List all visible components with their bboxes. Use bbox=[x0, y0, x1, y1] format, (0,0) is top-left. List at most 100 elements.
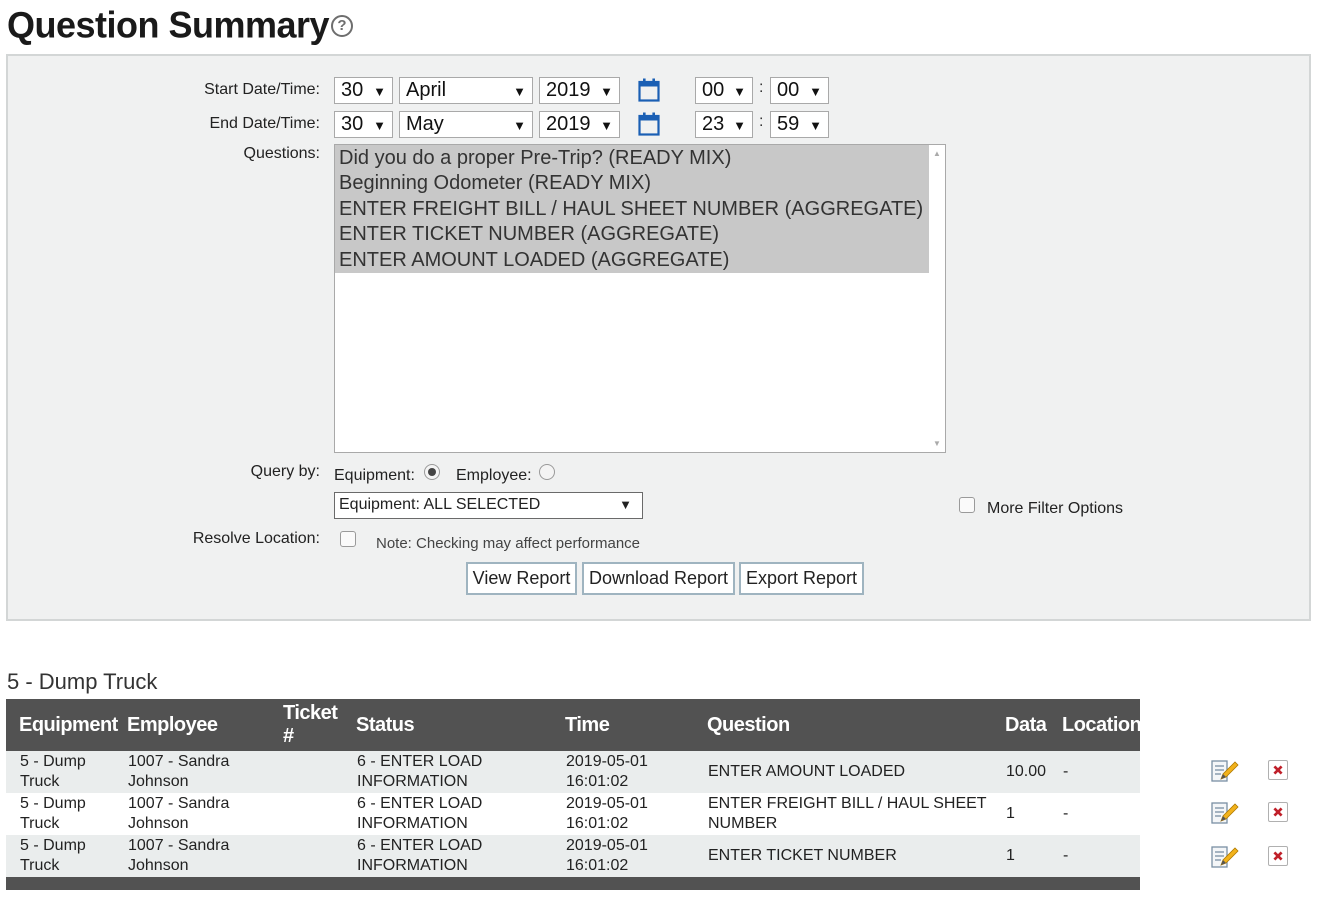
start-hour-value: 00 bbox=[702, 79, 725, 101]
employee-radio-label: Employee: bbox=[456, 467, 532, 484]
end-hour-select[interactable]: 23 ▼ bbox=[695, 111, 753, 138]
start-date-label: Start Date/Time: bbox=[204, 81, 320, 98]
performance-note: Note: Checking may affect performance bbox=[376, 535, 641, 552]
delete-icon[interactable] bbox=[1268, 802, 1288, 822]
cell-question: ENTER TICKET NUMBER bbox=[708, 847, 897, 864]
col-data[interactable]: Data bbox=[1005, 714, 1047, 737]
col-time[interactable]: Time bbox=[565, 714, 610, 737]
cell-data: 1 bbox=[1006, 805, 1015, 822]
cell-time: 2019-05-01 bbox=[566, 795, 648, 812]
chevron-down-icon: ▼ bbox=[373, 118, 386, 133]
start-minute-value: 00 bbox=[777, 79, 800, 101]
chevron-down-icon: ▼ bbox=[733, 118, 746, 133]
cell-equipment-2: Truck bbox=[20, 857, 60, 874]
table-row: 5 - Dump Truck 1007 - Sandra Johnson 6 - E… bbox=[6, 835, 1140, 877]
export-report-button[interactable]: Export Report bbox=[739, 562, 864, 595]
chevron-down-icon: ▼ bbox=[600, 118, 613, 133]
chevron-down-icon: ▼ bbox=[600, 84, 613, 99]
cell-employee-2: Johnson bbox=[128, 857, 189, 874]
chevron-down-icon: ▼ bbox=[809, 118, 822, 133]
listbox-scrollbar[interactable]: ▲ ▼ bbox=[929, 145, 945, 452]
question-option[interactable]: Beginning Odometer (READY MIX) bbox=[335, 171, 929, 197]
end-year-select[interactable]: 2019 ▼ bbox=[539, 111, 620, 138]
cell-equipment: 5 - Dump bbox=[20, 837, 86, 854]
cell-data: 10.00 bbox=[1006, 763, 1047, 780]
equipment-group-title: 5 - Dump Truck bbox=[7, 669, 158, 694]
query-by-label: Query by: bbox=[250, 463, 320, 480]
calendar-icon[interactable] bbox=[638, 112, 660, 136]
end-minute-select[interactable]: 59 ▼ bbox=[770, 111, 829, 138]
cell-status: 6 - ENTER LOAD bbox=[357, 837, 483, 854]
question-option[interactable]: Did you do a proper Pre-Trip? (READY MIX… bbox=[335, 146, 929, 172]
cell-employee: 1007 - Sandra bbox=[128, 753, 230, 770]
cell-status: 6 - ENTER LOAD bbox=[357, 753, 483, 770]
start-hour-select[interactable]: 00 ▼ bbox=[695, 77, 753, 104]
chevron-down-icon: ▼ bbox=[373, 84, 386, 99]
start-minute-select[interactable]: 00 ▼ bbox=[770, 77, 829, 104]
start-day-select[interactable]: 30 ▼ bbox=[334, 77, 393, 104]
col-equipment[interactable]: Equipment bbox=[19, 714, 118, 737]
end-minute-value: 59 bbox=[777, 113, 800, 135]
end-date-label: End Date/Time: bbox=[209, 115, 320, 132]
col-ticket[interactable]: Ticket bbox=[283, 702, 338, 725]
cell-equipment-2: Truck bbox=[20, 815, 60, 832]
start-year-select[interactable]: 2019 ▼ bbox=[539, 77, 620, 104]
questions-listbox[interactable]: Did you do a proper Pre-Trip? (READY MIX… bbox=[334, 144, 946, 453]
resolve-location-label: Resolve Location: bbox=[192, 530, 320, 547]
cell-time-2: 16:01:02 bbox=[566, 773, 629, 790]
employee-radio[interactable] bbox=[539, 464, 555, 480]
cell-employee-2: Johnson bbox=[128, 773, 189, 790]
delete-icon[interactable] bbox=[1268, 760, 1288, 780]
cell-location: - bbox=[1063, 763, 1069, 780]
col-location[interactable]: Location bbox=[1062, 714, 1142, 737]
edit-icon[interactable] bbox=[1211, 760, 1239, 784]
cell-employee-2: Johnson bbox=[128, 815, 189, 832]
download-report-button[interactable]: Download Report bbox=[582, 562, 735, 595]
cell-employee: 1007 - Sandra bbox=[128, 837, 230, 854]
cell-location: - bbox=[1063, 847, 1069, 864]
questions-label: Questions: bbox=[243, 145, 320, 162]
question-option[interactable]: ENTER FREIGHT BILL / HAUL SHEET NUMBER (… bbox=[335, 196, 929, 223]
equipment-select[interactable]: Equipment: ALL SELECTED ▼ bbox=[334, 492, 643, 519]
end-day-select[interactable]: 30 ▼ bbox=[334, 111, 393, 138]
end-month-select[interactable]: May ▼ bbox=[399, 111, 533, 138]
more-filter-checkbox[interactable] bbox=[959, 497, 975, 513]
table-row: 5 - Dump Truck 1007 - Sandra Johnson 6 - E… bbox=[6, 793, 1140, 835]
cell-employee: 1007 - Sandra bbox=[128, 795, 230, 812]
cell-status-2: INFORMATION bbox=[357, 857, 468, 874]
more-filter-label: More Filter Options bbox=[987, 500, 1124, 517]
question-option[interactable]: ENTER AMOUNT LOADED (AGGREGATE) bbox=[335, 247, 929, 273]
view-report-button[interactable]: View Report bbox=[466, 562, 577, 595]
start-year-value: 2019 bbox=[546, 79, 591, 101]
equipment-radio[interactable] bbox=[424, 464, 440, 480]
help-icon[interactable]: ? bbox=[331, 15, 353, 37]
time-separator: : bbox=[759, 113, 764, 130]
equipment-select-value: Equipment: ALL SELECTED bbox=[339, 496, 541, 513]
resolve-location-checkbox[interactable] bbox=[340, 531, 356, 547]
cell-time-2: 16:01:02 bbox=[566, 815, 629, 832]
time-separator: : bbox=[759, 79, 764, 96]
edit-icon[interactable] bbox=[1211, 802, 1239, 826]
col-employee[interactable]: Employee bbox=[127, 714, 218, 737]
table-row: 5 - Dump Truck 1007 - Sandra Johnson 6 - E… bbox=[6, 751, 1140, 793]
col-question[interactable]: Question bbox=[707, 714, 790, 737]
chevron-down-icon: ▼ bbox=[513, 118, 526, 133]
cell-question: ENTER FREIGHT BILL / HAUL SHEET bbox=[708, 795, 987, 812]
start-month-select[interactable]: April ▼ bbox=[399, 77, 533, 104]
question-option[interactable]: ENTER TICKET NUMBER (AGGREGATE) bbox=[335, 222, 929, 248]
end-year-value: 2019 bbox=[546, 113, 591, 135]
end-hour-value: 23 bbox=[702, 113, 725, 135]
col-status[interactable]: Status bbox=[356, 714, 415, 737]
start-day-value: 30 bbox=[341, 79, 364, 101]
chevron-down-icon: ▼ bbox=[733, 84, 746, 99]
delete-icon[interactable] bbox=[1268, 846, 1288, 866]
scroll-up-icon[interactable]: ▲ bbox=[933, 149, 941, 158]
cell-equipment: 5 - Dump bbox=[20, 753, 86, 770]
cell-question: ENTER AMOUNT LOADED bbox=[708, 763, 906, 780]
col-ticket-hash: # bbox=[283, 725, 294, 747]
calendar-icon[interactable] bbox=[638, 78, 660, 102]
edit-icon[interactable] bbox=[1211, 846, 1239, 870]
chevron-down-icon: ▼ bbox=[809, 84, 822, 99]
scroll-down-icon[interactable]: ▼ bbox=[933, 439, 941, 448]
results-table-header: Equipment Employee Ticket # Status Time … bbox=[6, 699, 1142, 751]
